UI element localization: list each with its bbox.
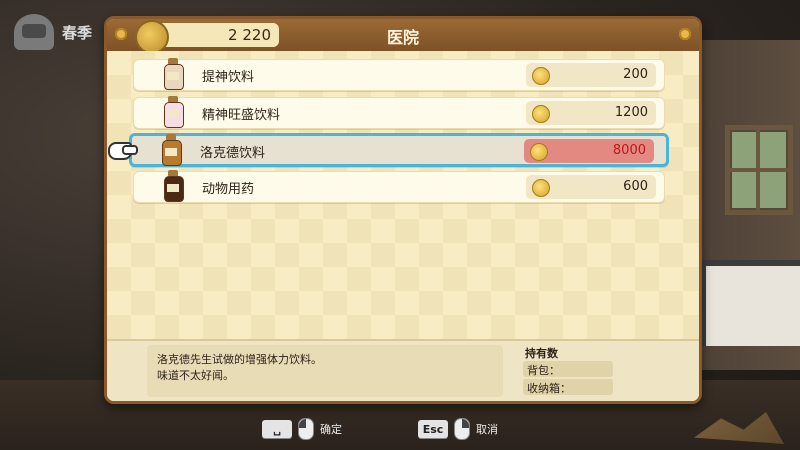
mouse-right-click-icon: [454, 418, 470, 440]
owned-bag-label: 背包：: [527, 364, 560, 377]
medicine-bottle-icon: [164, 170, 184, 202]
shop-item-row[interactable]: 精神旺盛饮料 1200: [133, 96, 665, 129]
shop-header: 2 220 医院: [107, 19, 699, 54]
description-line: 洛克德先生试做的增强体力饮料。: [157, 353, 322, 366]
item-price: 200: [623, 67, 648, 82]
coin-icon: [532, 67, 550, 85]
price-box: 600: [526, 175, 656, 199]
item-name: 洛克德饮料: [200, 146, 266, 161]
item-price: 600: [623, 179, 648, 194]
shop-item-row[interactable]: 动物用药 600: [133, 170, 665, 203]
owned-storage-row: 收纳箱：: [523, 379, 613, 395]
shop-item-row[interactable]: 提神饮料 200: [133, 58, 665, 91]
owned-bag-row: 背包：: [523, 361, 613, 377]
drink-bottle-icon: [164, 58, 184, 90]
item-name: 动物用药: [202, 182, 255, 197]
coin-icon: [532, 179, 550, 197]
screw-icon: [679, 28, 691, 40]
space-key-icon: ␣: [262, 420, 292, 438]
item-price: 1200: [614, 105, 648, 120]
season-indicator: 春季: [14, 14, 92, 50]
room-window: [725, 125, 793, 215]
price-box: 200: [526, 63, 656, 87]
drink-bottle-icon: [162, 134, 182, 166]
shop-item-row-selected[interactable]: 洛克德饮料 8000: [108, 133, 669, 167]
confirm-label: 确定: [320, 423, 342, 436]
hospital-bed: [700, 260, 800, 346]
season-label: 春季: [62, 23, 93, 42]
coin-icon: [532, 105, 550, 123]
price-box: 1200: [526, 101, 656, 125]
esc-key-icon: Esc: [418, 420, 448, 438]
coin-icon: [530, 143, 548, 161]
drink-bottle-icon: [164, 96, 184, 128]
item-info-area: 洛克德先生试做的增强体力饮料。 味道不太好闻。 持有数 背包： 收纳箱：: [107, 339, 699, 401]
item-description: 洛克德先生试做的增强体力饮料。 味道不太好闻。: [147, 345, 503, 397]
owned-storage-label: 收纳箱：: [527, 382, 571, 395]
item-list: 提神饮料 200 精神旺盛饮料 1200 洛克德饮料 8000 动物用药 600: [107, 51, 699, 339]
pointing-hand-cursor-icon: [107, 138, 138, 160]
mouse-left-click-icon: [298, 418, 314, 440]
confirm-hint[interactable]: ␣ 确定: [262, 418, 342, 440]
item-name: 提神饮料: [202, 70, 255, 85]
cancel-label: 取消: [476, 423, 498, 436]
season-icon: [14, 14, 54, 50]
owned-count-title: 持有数: [525, 347, 558, 360]
shop-title: 医院: [386, 28, 419, 47]
item-price: 8000: [612, 143, 646, 158]
cancel-hint[interactable]: Esc 取消: [418, 418, 498, 440]
price-box: 8000: [524, 139, 654, 163]
description-line: 味道不太好闻。: [157, 369, 234, 382]
shop-panel: 2 220 医院 提神饮料 200 精神旺盛饮料 1200 洛克德饮料 8000…: [104, 16, 702, 404]
item-name: 精神旺盛饮料: [202, 108, 281, 123]
